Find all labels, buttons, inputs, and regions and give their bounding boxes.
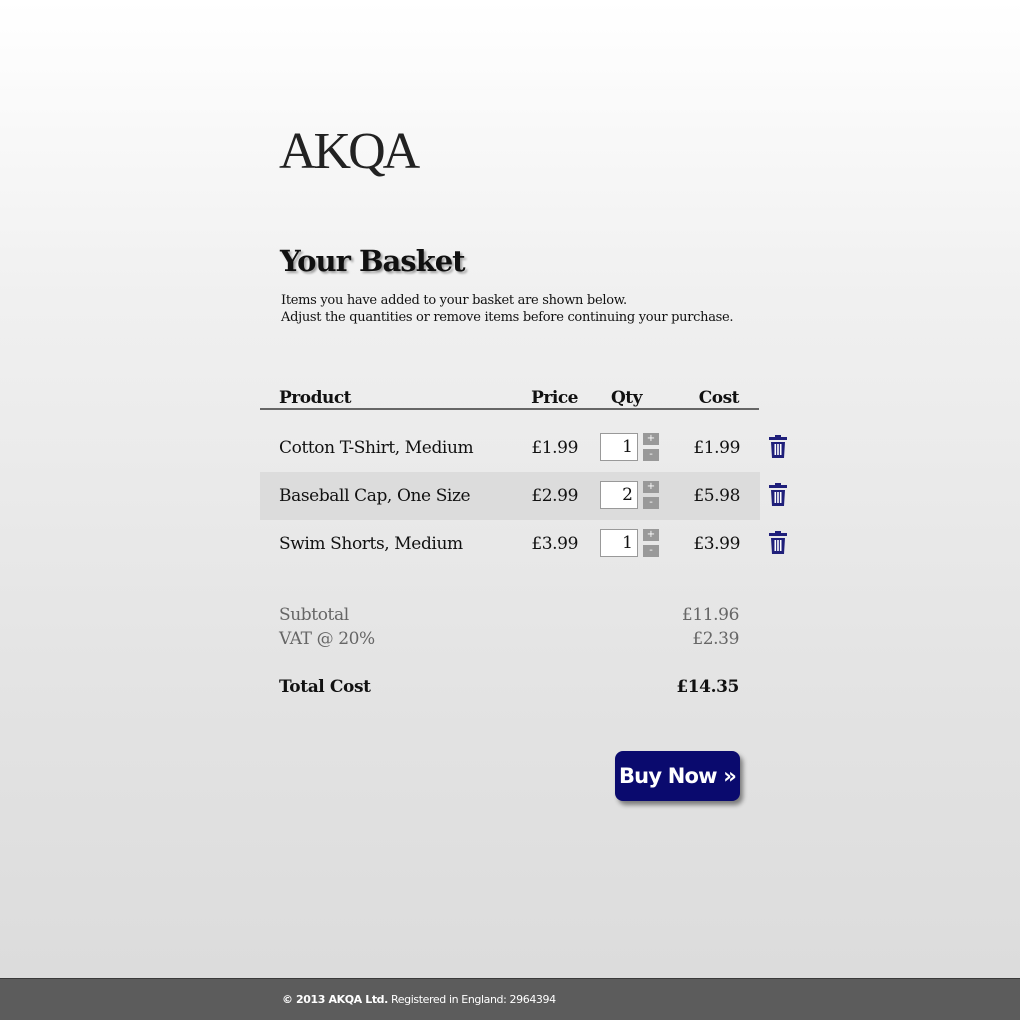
line-cost: £1.99 — [693, 438, 740, 458]
trash-icon[interactable] — [768, 483, 788, 507]
table-row: Cotton T-Shirt, Medium £1.99 1 + - £1.99 — [260, 424, 760, 472]
vat-value: £2.39 — [692, 629, 739, 649]
intro-text: Items you have added to your basket are … — [281, 292, 734, 326]
column-header-qty: Qty — [611, 388, 643, 408]
column-header-product: Product — [279, 388, 352, 408]
product-name: Cotton T-Shirt, Medium — [279, 438, 474, 458]
trash-icon[interactable] — [768, 435, 788, 459]
subtotal-value: £11.96 — [681, 605, 739, 625]
line-cost: £5.98 — [693, 486, 740, 506]
total-row: Total Cost £14.35 — [279, 677, 739, 697]
total-value: £14.35 — [676, 677, 739, 697]
column-header-price: Price — [531, 388, 578, 408]
footer-text: © 2013 AKQA Ltd. Registered in England: … — [282, 993, 556, 1006]
line-cost: £3.99 — [693, 534, 740, 554]
quantity-increase-button[interactable]: + — [643, 433, 659, 445]
quantity-decrease-button[interactable]: - — [643, 545, 659, 557]
subtotal-row: Subtotal £11.96 — [279, 605, 739, 625]
quantity-input[interactable]: 1 — [600, 433, 638, 461]
subtotal-label: Subtotal — [279, 605, 349, 625]
buy-now-button[interactable]: Buy Now » — [615, 751, 740, 801]
akqa-logo: AKQA — [279, 123, 420, 180]
footer-registration: Registered in England: 2964394 — [391, 993, 556, 1006]
page-title: Your Basket — [280, 244, 466, 278]
quantity-input[interactable]: 1 — [600, 529, 638, 557]
total-label: Total Cost — [279, 677, 371, 697]
product-price: £2.99 — [531, 486, 578, 506]
quantity-increase-button[interactable]: + — [643, 529, 659, 541]
quantity-decrease-button[interactable]: - — [643, 497, 659, 509]
table-header: Product Price Qty Cost — [260, 388, 759, 410]
product-name: Swim Shorts, Medium — [279, 534, 463, 554]
product-price: £3.99 — [531, 534, 578, 554]
table-row: Baseball Cap, One Size £2.99 2 + - £5.98 — [260, 472, 760, 520]
quantity-increase-button[interactable]: + — [643, 481, 659, 493]
column-header-cost: Cost — [698, 388, 740, 408]
product-name: Baseball Cap, One Size — [279, 486, 471, 506]
intro-line-2: Adjust the quantities or remove items be… — [281, 310, 734, 325]
table-row: Swim Shorts, Medium £3.99 1 + - £3.99 — [260, 520, 760, 568]
footer: © 2013 AKQA Ltd. Registered in England: … — [0, 978, 1020, 1020]
vat-label: VAT @ 20% — [279, 629, 375, 649]
trash-icon[interactable] — [768, 531, 788, 555]
vat-row: VAT @ 20% £2.39 — [279, 629, 739, 649]
intro-line-1: Items you have added to your basket are … — [281, 293, 627, 308]
quantity-decrease-button[interactable]: - — [643, 449, 659, 461]
quantity-input[interactable]: 2 — [600, 481, 638, 509]
product-price: £1.99 — [531, 438, 578, 458]
footer-copyright: © 2013 AKQA Ltd. — [282, 993, 388, 1006]
